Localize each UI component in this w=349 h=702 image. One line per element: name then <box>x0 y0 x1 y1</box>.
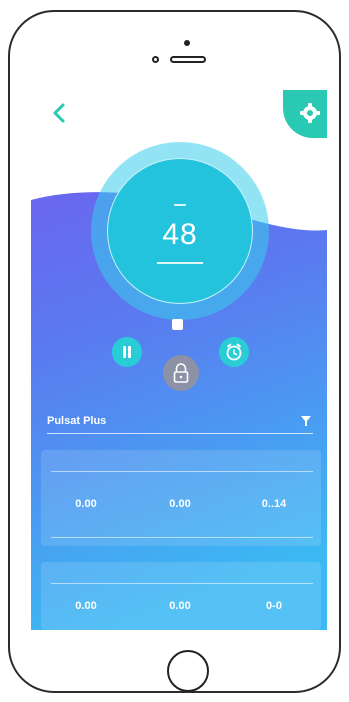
filter-icon[interactable] <box>299 414 313 433</box>
stat-item: 0.00 <box>47 596 127 616</box>
alarm-button[interactable] <box>219 337 249 367</box>
title-divider <box>47 433 313 434</box>
home-button[interactable] <box>167 650 209 692</box>
stat-value: 0..14 <box>261 498 287 510</box>
stat-value: 0.00 <box>169 600 191 612</box>
stat-value: 0.00 <box>169 498 191 510</box>
back-arrow-icon[interactable] <box>49 100 69 126</box>
stat-item: 0.00 <box>141 596 221 616</box>
dial-top-mark <box>174 204 186 206</box>
card-divider <box>51 583 313 584</box>
card-divider <box>51 537 313 538</box>
card-divider <box>51 471 313 472</box>
dial-value: 48 <box>162 218 198 251</box>
dial-handle[interactable] <box>172 319 183 330</box>
stats-card-primary: 0.00 0.00 0..14 <box>41 450 321 546</box>
proximity-sensor <box>152 56 159 63</box>
lock-button[interactable] <box>163 355 199 391</box>
front-camera <box>184 40 190 46</box>
stat-item: 0.00 <box>47 494 127 514</box>
app-screen: 48 Pulsat Plus 0.00 0.00 0..14 0.00 0.00… <box>31 90 327 630</box>
stat-value: 0-0 <box>266 600 282 612</box>
stat-value: 0.00 <box>75 498 97 510</box>
stat-item: 0-0 <box>235 596 315 616</box>
pause-icon <box>123 346 131 358</box>
earpiece-speaker <box>170 56 206 63</box>
stat-item: 0.00 <box>141 494 221 514</box>
dial-underline <box>157 262 203 264</box>
pause-button[interactable] <box>112 337 142 367</box>
stats-card-secondary: 0.00 0.00 0-0 <box>41 562 321 630</box>
program-title: Pulsat Plus <box>47 415 107 427</box>
settings-gear-icon <box>300 103 320 123</box>
stat-item: 0..14 <box>235 494 315 514</box>
stat-value: 0.00 <box>75 600 97 612</box>
alarm-clock-icon <box>226 343 242 361</box>
lock-icon <box>173 363 189 383</box>
